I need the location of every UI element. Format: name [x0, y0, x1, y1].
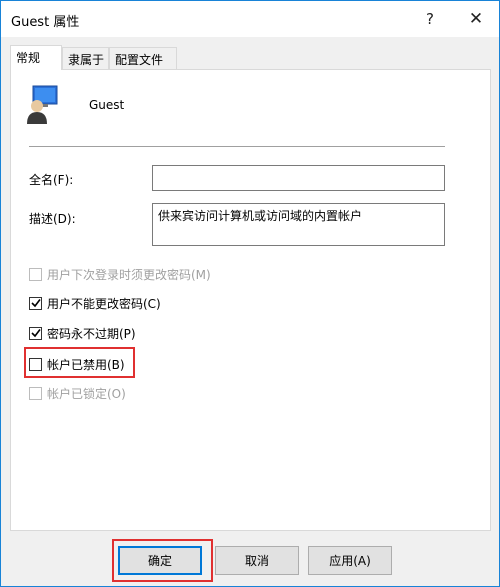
cancel-button[interactable]: 取消	[215, 546, 299, 575]
description-label: 描述(D):	[29, 212, 76, 226]
ok-button[interactable]: 确定	[118, 546, 202, 575]
window-title: Guest 属性	[11, 15, 80, 30]
checkmark-icon	[30, 329, 41, 338]
divider	[29, 146, 445, 147]
checkmark-icon	[30, 299, 41, 308]
apply-button[interactable]: 应用(A)	[308, 546, 392, 575]
cannot-change-password-checkbox[interactable]: 用户不能更改密码(C)	[29, 295, 161, 311]
checkbox-label: 用户不能更改密码(C)	[47, 296, 161, 311]
tab-member-of[interactable]: 隶属于	[62, 47, 109, 69]
username-label: Guest	[89, 98, 125, 112]
help-button[interactable]: ?	[407, 1, 453, 37]
checkbox-box[interactable]	[29, 386, 42, 400]
checkbox-box[interactable]	[29, 267, 42, 281]
account-locked-checkbox[interactable]: 帐户已锁定(O)	[29, 385, 126, 401]
must-change-password-checkbox[interactable]: 用户下次登录时须更改密码(M)	[29, 266, 211, 282]
description-input[interactable]: 供来宾访问计算机或访问域的内置帐户	[152, 203, 445, 246]
tab-profile[interactable]: 配置文件	[109, 47, 177, 69]
properties-dialog: Guest 属性 ? ✕ 常规 隶属于 配置文件 Guest 全名(F): 描述…	[0, 0, 500, 587]
fullname-input[interactable]	[152, 165, 445, 191]
title-bar: Guest 属性 ? ✕	[1, 1, 499, 37]
tab-general[interactable]: 常规	[10, 45, 62, 70]
password-never-expires-checkbox[interactable]: 密码永不过期(P)	[29, 325, 136, 341]
general-panel: Guest 全名(F): 描述(D): 供来宾访问计算机或访问域的内置帐户 用户…	[10, 69, 491, 531]
checkbox-box[interactable]	[29, 326, 42, 340]
user-account-icon	[27, 85, 58, 124]
annotation-highlight-box	[24, 347, 135, 378]
close-button[interactable]: ✕	[453, 1, 499, 37]
checkbox-label: 用户下次登录时须更改密码(M)	[47, 267, 211, 282]
checkbox-box[interactable]	[29, 296, 42, 310]
fullname-label: 全名(F):	[29, 173, 74, 187]
checkbox-label: 帐户已锁定(O)	[47, 386, 126, 401]
checkbox-label: 密码永不过期(P)	[47, 326, 136, 341]
